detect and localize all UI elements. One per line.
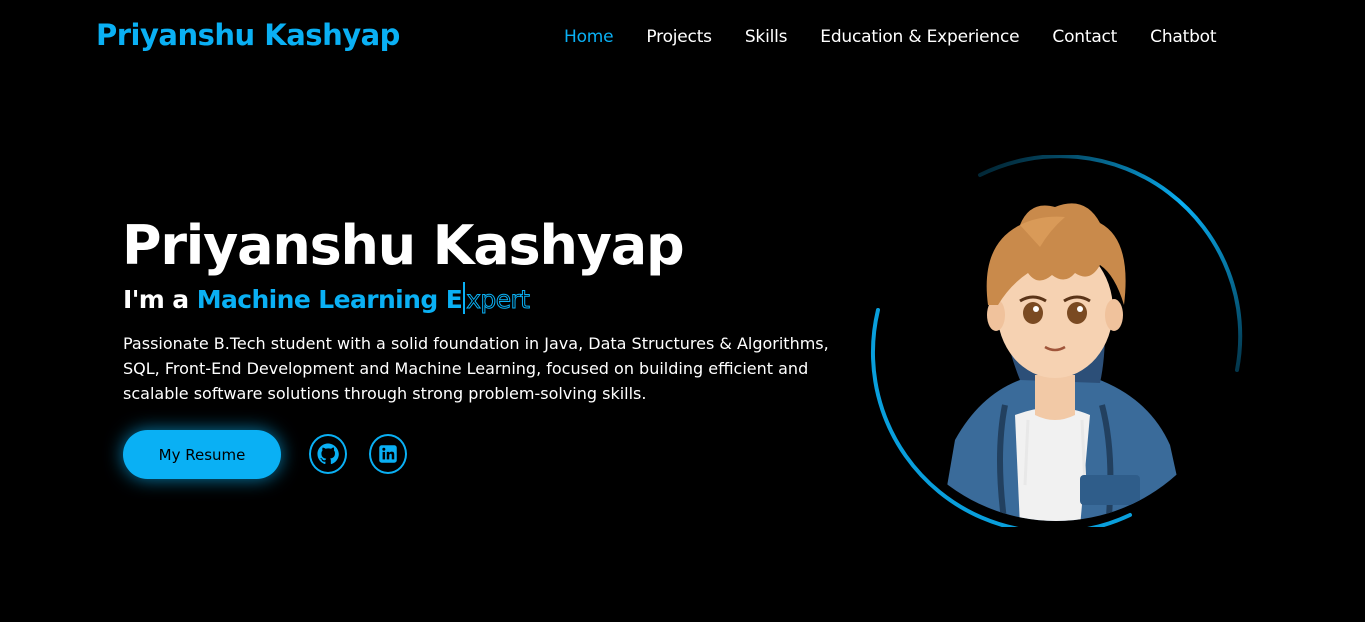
github-icon <box>317 443 339 465</box>
nav-skills[interactable]: Skills <box>745 27 788 47</box>
profile-avatar <box>870 155 1245 527</box>
role-prefix: I'm a <box>123 285 189 314</box>
role-typed-text: Machine Learning E <box>196 285 463 314</box>
avatar-illustration <box>870 155 1243 527</box>
hero-name: Priyanshu Kashyap <box>122 214 685 277</box>
main-nav: Home Projects Skills Education & Experie… <box>564 27 1217 47</box>
linkedin-link[interactable] <box>369 434 407 474</box>
typing-caret <box>463 282 466 314</box>
github-link[interactable] <box>309 434 347 474</box>
site-logo[interactable]: Priyanshu Kashyap <box>96 18 400 52</box>
nav-education-experience[interactable]: Education & Experience <box>820 27 1019 47</box>
linkedin-icon <box>379 445 397 463</box>
role-remaining-text: xpert <box>466 285 531 315</box>
hero-role: I'm a Machine Learning Expert <box>123 282 531 315</box>
resume-button[interactable]: My Resume <box>123 430 281 479</box>
nav-projects[interactable]: Projects <box>646 27 712 47</box>
nav-home[interactable]: Home <box>564 27 614 47</box>
hero-description: Passionate B.Tech student with a solid f… <box>123 334 829 403</box>
nav-contact[interactable]: Contact <box>1052 27 1117 47</box>
nav-chatbot[interactable]: Chatbot <box>1150 27 1216 47</box>
